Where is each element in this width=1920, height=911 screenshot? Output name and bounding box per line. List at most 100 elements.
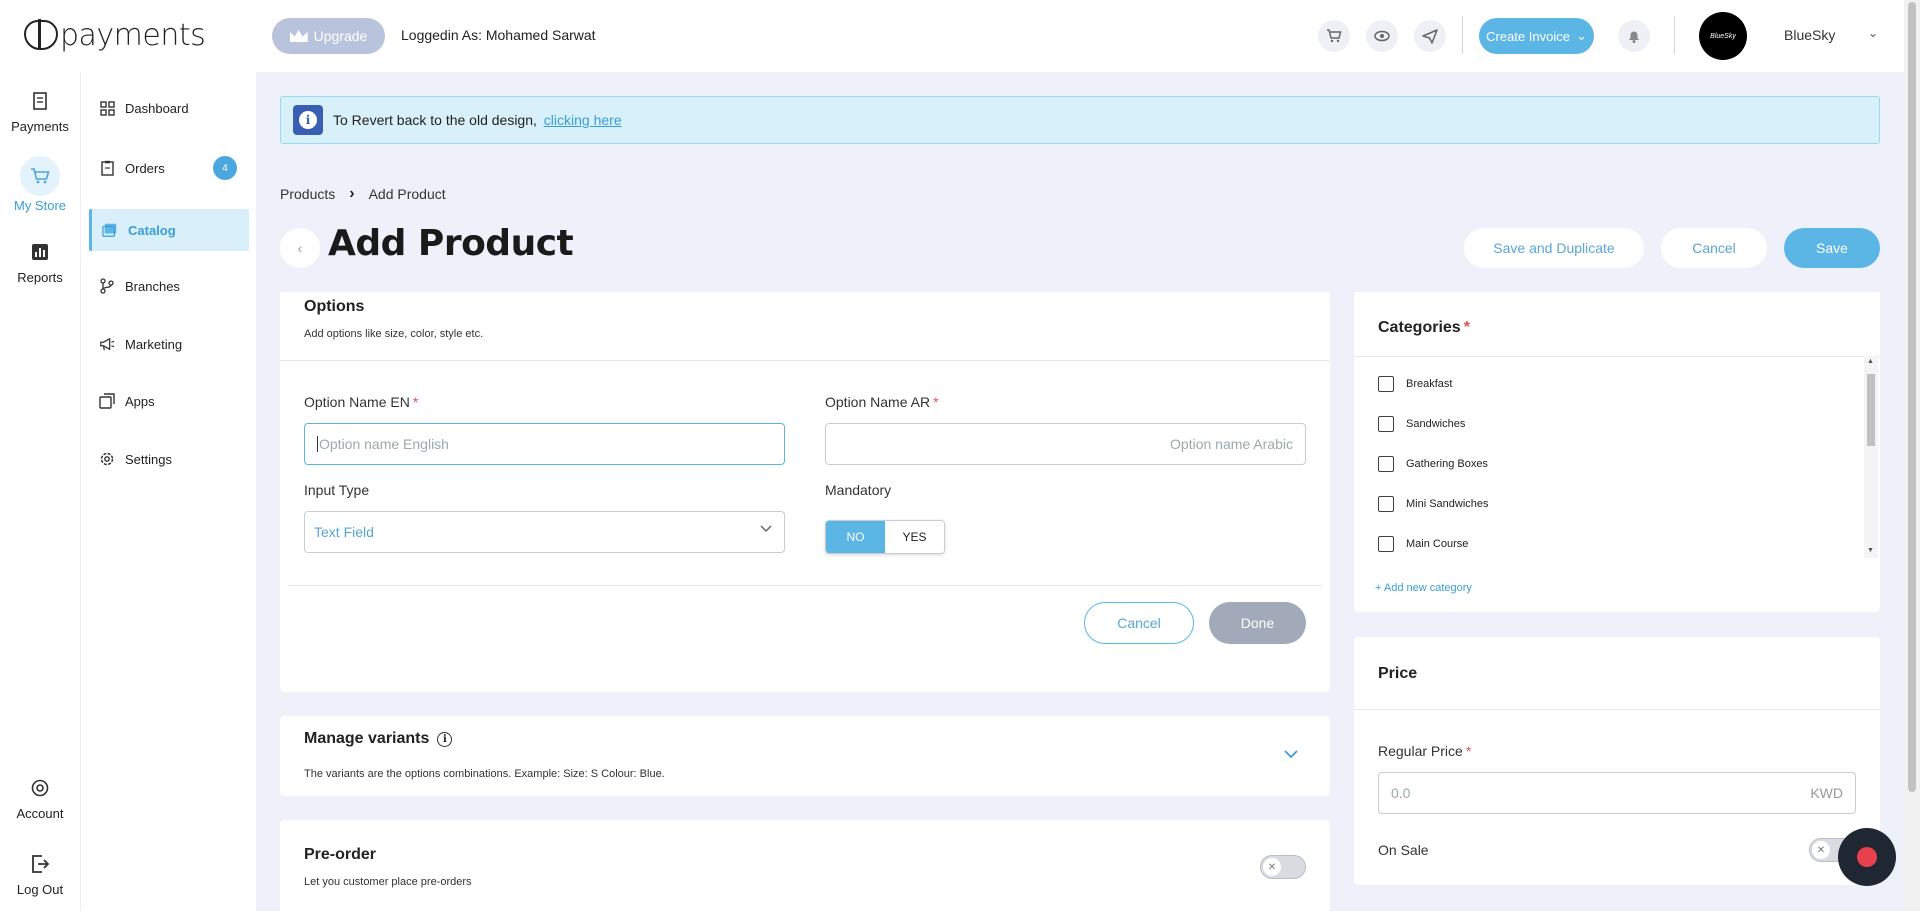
orders-icon <box>99 160 115 176</box>
logout-icon <box>28 852 52 876</box>
mandatory-no-option[interactable]: NO <box>826 521 885 553</box>
category-item[interactable]: Breakfast <box>1378 376 1452 392</box>
sidebar-item-label: Apps <box>125 393 155 409</box>
back-button[interactable]: ‹ <box>280 228 320 268</box>
option-name-en-label-text: Option Name EN <box>304 394 410 410</box>
option-done-button[interactable]: Done <box>1209 602 1306 644</box>
price-title: Price <box>1378 665 1418 682</box>
brand-name[interactable]: BlueSky <box>1784 27 1835 43</box>
checkbox[interactable] <box>1378 536 1394 552</box>
rail-item-payments[interactable]: Payments <box>0 89 80 134</box>
account-icon <box>28 776 52 800</box>
required-mark: * <box>933 394 939 410</box>
checkbox[interactable] <box>1378 376 1394 392</box>
scroll-down-icon[interactable]: ▼ <box>1867 547 1874 554</box>
on-sale-label: On Sale <box>1378 842 1429 858</box>
mandatory-toggle: NO YES <box>825 520 945 554</box>
sidebar-item-orders[interactable]: Orders 4 <box>89 147 249 189</box>
rail-item-account[interactable]: Account <box>0 776 80 821</box>
category-label: Mini Sandwiches <box>1406 498 1489 510</box>
chevron-left-icon: ‹ <box>297 240 303 256</box>
info-icon[interactable]: i <box>437 732 453 747</box>
page-scrollbar[interactable] <box>1904 0 1920 911</box>
rail-item-my-store[interactable]: My Store <box>0 156 80 213</box>
logo[interactable]: payments <box>24 18 206 53</box>
close-icon: ✕ <box>1812 841 1830 859</box>
receipt-icon <box>28 89 52 113</box>
category-label: Breakfast <box>1406 378 1453 390</box>
orders-count-badge: 4 <box>213 156 237 180</box>
chart-icon <box>28 240 52 264</box>
category-label: Gathering Boxes <box>1406 458 1488 470</box>
categories-scrollbar[interactable]: ▲ ▼ <box>1864 356 1878 558</box>
required-mark: * <box>1463 319 1470 336</box>
sidebar: Dashboard Orders 4 Catalog Branches Mark… <box>80 72 256 911</box>
close-icon: ✕ <box>1263 858 1281 876</box>
manage-variants-subtitle: The variants are the options combination… <box>304 768 665 780</box>
info-icon: i <box>293 105 323 135</box>
revert-design-link[interactable]: clicking here <box>544 112 622 128</box>
dashboard-icon <box>99 100 115 116</box>
sidebar-item-settings[interactable]: Settings <box>89 438 249 480</box>
option-name-en-label: Option Name EN * <box>304 394 418 410</box>
categories-title: Categories <box>1378 319 1461 336</box>
chat-widget-button[interactable] <box>1838 828 1896 886</box>
eye-icon[interactable] <box>1366 20 1398 52</box>
create-invoice-button[interactable]: Create Invoice ⌄ <box>1479 18 1594 54</box>
required-mark: * <box>1465 743 1472 759</box>
category-label: Sandwiches <box>1406 418 1466 430</box>
option-cancel-button[interactable]: Cancel <box>1084 602 1194 644</box>
category-item[interactable]: Mini Sandwiches <box>1378 496 1489 512</box>
chevron-down-icon[interactable]: ⌄ <box>1868 26 1878 40</box>
option-name-en-input[interactable]: Option name English <box>304 423 785 465</box>
send-icon[interactable] <box>1414 20 1446 52</box>
option-name-ar-input[interactable]: Option name Arabic <box>825 423 1306 465</box>
scrollbar-thumb[interactable] <box>1908 2 1916 792</box>
branches-icon <box>99 278 115 294</box>
checkbox[interactable] <box>1378 416 1394 432</box>
chevron-down-icon[interactable] <box>1284 746 1298 762</box>
logged-in-text: Loggedin As: Mohamed Sarwat <box>401 27 596 43</box>
mandatory-yes-option[interactable]: YES <box>885 521 944 553</box>
input-type-label: Input Type <box>304 482 370 498</box>
scroll-up-icon[interactable]: ▲ <box>1867 358 1874 365</box>
sidebar-item-apps[interactable]: Apps <box>89 380 249 422</box>
divider <box>1674 16 1675 54</box>
checkbox[interactable] <box>1378 456 1394 472</box>
avatar[interactable]: BlueSky <box>1699 12 1747 60</box>
cart-icon <box>20 156 60 196</box>
category-item[interactable]: Gathering Boxes <box>1378 456 1488 472</box>
add-new-category-link[interactable]: + Add new category <box>1375 582 1472 594</box>
save-and-duplicate-button[interactable]: Save and Duplicate <box>1464 228 1644 268</box>
cart-icon[interactable] <box>1318 20 1350 52</box>
sidebar-item-branches[interactable]: Branches <box>89 265 249 307</box>
input-type-value: Text Field <box>314 524 374 540</box>
pre-order-switch[interactable]: ✕ <box>1260 855 1306 879</box>
rail-item-logout[interactable]: Log Out <box>0 852 80 897</box>
regular-price-input[interactable]: 0.0 KWD <box>1378 772 1856 814</box>
sidebar-item-label: Catalog <box>128 222 176 238</box>
category-item[interactable]: Main Course <box>1378 536 1468 552</box>
manage-variants-card[interactable]: Manage variants i The variants are the op… <box>280 716 1330 796</box>
input-type-select[interactable]: Text Field <box>304 511 785 553</box>
text-caret <box>317 436 318 452</box>
breadcrumb-products[interactable]: Products <box>280 186 335 202</box>
category-item[interactable]: Sandwiches <box>1378 416 1465 432</box>
rail-item-label: Account <box>16 806 64 821</box>
cancel-button[interactable]: Cancel <box>1661 228 1767 268</box>
sidebar-item-catalog[interactable]: Catalog <box>89 209 249 251</box>
rail-item-label: My Store <box>13 198 66 213</box>
sidebar-item-dashboard[interactable]: Dashboard <box>89 87 249 129</box>
sidebar-item-label: Marketing <box>125 336 183 352</box>
upgrade-button[interactable]: Upgrade <box>272 18 385 54</box>
sidebar-item-marketing[interactable]: Marketing <box>89 323 249 365</box>
info-banner: i To Revert back to the old design, clic… <box>280 96 1880 144</box>
bell-icon[interactable] <box>1618 20 1650 52</box>
rail-item-reports[interactable]: Reports <box>0 240 80 285</box>
divider <box>288 585 1322 586</box>
checkbox[interactable] <box>1378 496 1394 512</box>
manage-variants-heading: Manage variants i <box>304 730 453 748</box>
chat-icon <box>1857 847 1877 867</box>
save-button[interactable]: Save <box>1784 228 1880 268</box>
scrollbar-thumb[interactable] <box>1867 374 1875 446</box>
